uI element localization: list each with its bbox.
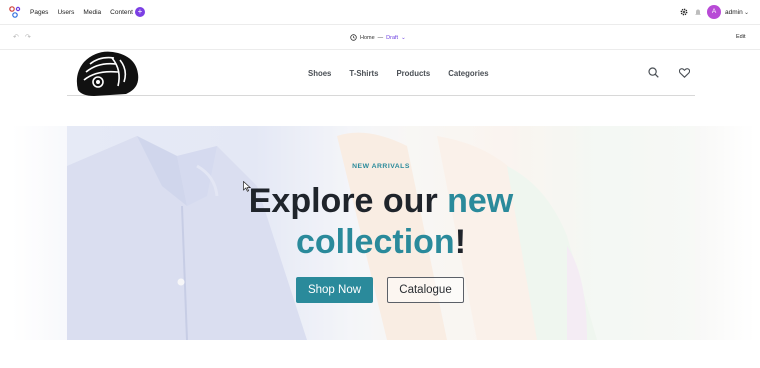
add-button[interactable]: + xyxy=(135,7,145,17)
chevron-down-icon: ⌄ xyxy=(401,34,406,41)
page-name: Home xyxy=(360,34,375,41)
avatar[interactable]: A xyxy=(707,5,721,19)
site-nav-tshirts[interactable]: T-Shirts xyxy=(349,69,378,78)
hero-edge-right xyxy=(695,126,755,340)
page-selector[interactable]: Home — Draft ⌄ xyxy=(350,34,406,41)
app-logo-icon[interactable] xyxy=(9,6,21,18)
site-header: Shoes T-Shirts Products Categories xyxy=(67,50,695,96)
gear-icon[interactable] xyxy=(680,8,688,16)
hero-headline: Explore our new collection! xyxy=(67,181,695,263)
nav-content[interactable]: Content xyxy=(110,9,133,16)
redo-icon[interactable]: ↷ xyxy=(25,33,31,41)
clock-icon xyxy=(350,34,357,41)
path-separator: — xyxy=(377,34,384,41)
draft-status: Draft xyxy=(386,34,399,41)
chevron-down-icon[interactable]: ⌄ xyxy=(744,9,749,16)
nav-media[interactable]: Media xyxy=(83,9,101,16)
user-menu-label[interactable]: admin xyxy=(725,9,743,16)
headline-accent-new: new xyxy=(447,182,514,220)
site-nav: Shoes T-Shirts Products Categories xyxy=(308,69,507,78)
site-nav-products[interactable]: Products xyxy=(396,69,430,78)
undo-icon[interactable]: ↶ xyxy=(13,33,19,41)
bell-icon[interactable] xyxy=(694,8,702,16)
admin-topbar: Pages Users Media Content + A admin ⌄ xyxy=(0,0,760,25)
headline-text-1: Explore our xyxy=(248,182,448,220)
mouse-cursor-icon xyxy=(243,181,251,192)
hero-edge-left xyxy=(12,126,67,340)
search-icon[interactable] xyxy=(648,67,659,78)
headline-accent-collection: collection xyxy=(295,223,455,261)
catalogue-button[interactable]: Catalogue xyxy=(387,277,464,303)
hero-kicker: NEW ARRIVALS xyxy=(352,163,410,170)
admin-nav: Pages Users Media Content xyxy=(30,0,142,25)
site-nav-shoes[interactable]: Shoes xyxy=(308,69,331,78)
editor-toolbar: ↶ ↷ Home — Draft ⌄ Edit xyxy=(0,25,760,50)
site-nav-categories[interactable]: Categories xyxy=(448,69,488,78)
shell-logo-icon[interactable] xyxy=(74,50,140,96)
nav-users[interactable]: Users xyxy=(57,9,74,16)
edit-button[interactable]: Edit xyxy=(736,34,745,40)
heart-icon[interactable] xyxy=(679,68,690,78)
nav-pages[interactable]: Pages xyxy=(30,9,48,16)
headline-end: ! xyxy=(454,223,467,261)
shop-now-button[interactable]: Shop Now xyxy=(296,277,373,303)
